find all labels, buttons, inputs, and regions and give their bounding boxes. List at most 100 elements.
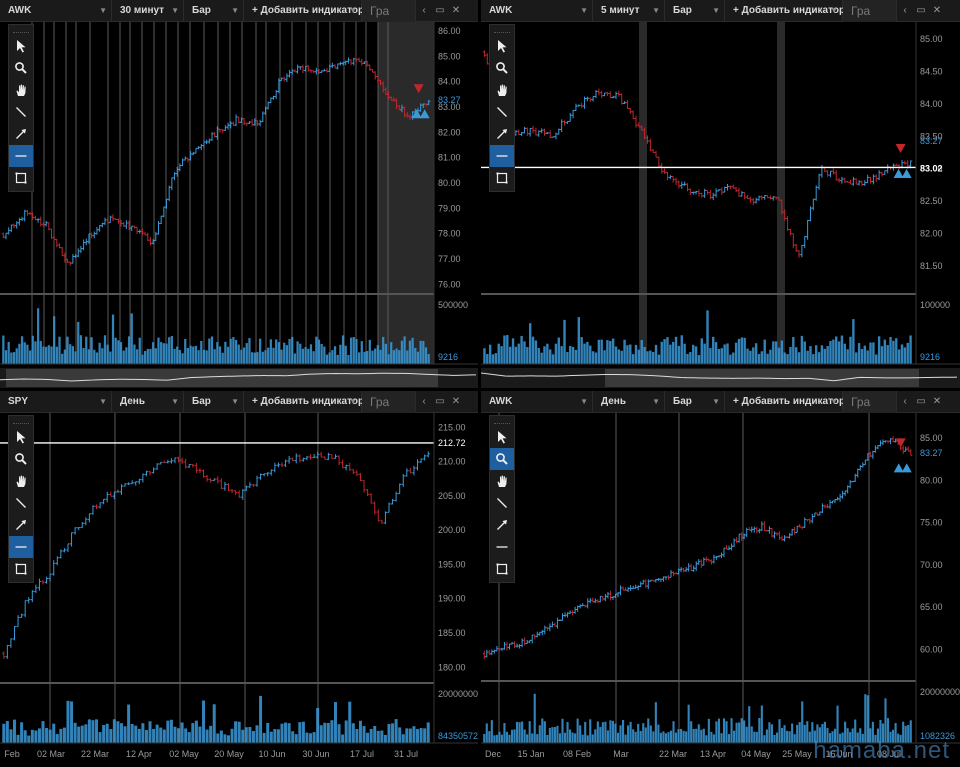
volume-bar xyxy=(347,354,350,364)
x-tick-label: 17 Jul xyxy=(350,749,374,759)
price-bar xyxy=(306,65,310,72)
rectangle-tool[interactable] xyxy=(9,167,33,189)
line-tool[interactable] xyxy=(9,492,33,514)
price-bar xyxy=(542,128,547,136)
chart-canvas[interactable]: 86.0085.0084.0083.0082.0081.0080.0079.00… xyxy=(0,22,478,388)
line-tool[interactable] xyxy=(490,101,514,123)
volume-bar xyxy=(677,729,680,743)
graph-tab[interactable]: Гра xyxy=(362,391,416,413)
collapse-icon[interactable]: ‹ xyxy=(897,0,913,22)
symbol-selector[interactable]: SPY ▼ xyxy=(0,391,112,413)
chart-canvas[interactable]: 215.00 210.00 205.00 200.00 195.00 190.00 185.… xyxy=(0,413,478,767)
rectangle-tool[interactable] xyxy=(9,558,33,580)
chart-canvas[interactable]: 85.00 80.00 75.00 70.00 65.00 60.00 83.27 20000… xyxy=(481,413,960,767)
add-indicator-button[interactable]: + Добавить индикатор ▼ xyxy=(244,391,364,413)
price-bar xyxy=(7,227,11,235)
pointer-icon xyxy=(17,431,26,444)
maximize-icon[interactable]: ▭ xyxy=(432,0,448,22)
price-bar xyxy=(523,637,527,646)
hand-tool[interactable] xyxy=(490,79,514,101)
navigator-window[interactable] xyxy=(6,369,438,387)
graph-tab[interactable]: Гра xyxy=(843,0,897,22)
volume-bar xyxy=(232,337,235,364)
maximize-icon[interactable]: ▭ xyxy=(913,391,929,413)
horizontal-line-tool[interactable] xyxy=(490,145,514,167)
chart-style-selector[interactable]: Бар ▼ xyxy=(665,391,725,413)
price-bar xyxy=(782,535,787,542)
arrow-tool[interactable] xyxy=(490,123,514,145)
volume-bar xyxy=(722,718,726,743)
volume-bar xyxy=(817,352,821,364)
arrow-tool[interactable] xyxy=(9,123,33,145)
pointer-tool[interactable] xyxy=(9,426,33,448)
add-indicator-button[interactable]: + Добавить индикатор ▼ xyxy=(725,391,845,413)
zoom-tool[interactable] xyxy=(9,57,33,79)
close-icon[interactable]: ✕ xyxy=(448,0,464,22)
toolbar-grip[interactable] xyxy=(13,418,29,424)
symbol-selector[interactable]: AWK ▼ xyxy=(481,391,593,413)
chart-style-selector[interactable]: Бар ▼ xyxy=(184,391,244,413)
horizontal-line-tool[interactable] xyxy=(9,145,33,167)
horizontal-line-tool[interactable] xyxy=(9,536,33,558)
close-icon[interactable]: ✕ xyxy=(448,391,464,413)
graph-tab[interactable]: Гра xyxy=(843,391,897,413)
hand-tool[interactable] xyxy=(9,79,33,101)
volume-bar xyxy=(309,733,313,743)
add-indicator-button[interactable]: + Добавить индикатор ▼ xyxy=(725,0,845,22)
zoom-tool[interactable] xyxy=(490,57,514,79)
symbol-selector[interactable]: AWK ▼ xyxy=(481,0,593,22)
chart-style-selector[interactable]: Бар ▼ xyxy=(665,0,725,22)
toolbar-grip[interactable] xyxy=(494,27,510,33)
volume-bar xyxy=(309,344,313,364)
pointer-tool[interactable] xyxy=(9,35,33,57)
hand-tool[interactable] xyxy=(9,470,33,492)
timeframe-selector[interactable]: День ▼ xyxy=(112,391,184,413)
zoom-tool[interactable] xyxy=(490,448,514,470)
volume-bar xyxy=(387,354,390,364)
line-tool[interactable] xyxy=(9,101,33,123)
arrow-tool[interactable] xyxy=(9,514,33,536)
volume-bar xyxy=(18,343,21,364)
y-tick-label: 70.00 xyxy=(920,560,943,570)
graph-tab[interactable]: Гра xyxy=(362,0,416,22)
price-bar xyxy=(717,189,721,192)
collapse-icon[interactable]: ‹ xyxy=(416,0,432,22)
hand-tool[interactable] xyxy=(490,470,514,492)
pointer-tool[interactable] xyxy=(490,426,514,448)
volume-bar xyxy=(760,705,763,743)
volume-bar xyxy=(866,695,869,743)
line-tool[interactable] xyxy=(490,492,514,514)
chart-style-selector[interactable]: Бар ▼ xyxy=(184,0,244,22)
zoom-tool[interactable] xyxy=(9,448,33,470)
price-axis[interactable] xyxy=(434,22,478,364)
toolbar-grip[interactable] xyxy=(13,27,29,33)
volume-bar xyxy=(543,346,546,364)
volume-bar xyxy=(177,728,181,743)
pointer-tool[interactable] xyxy=(490,35,514,57)
timeframe-selector[interactable]: 30 минут ▼ xyxy=(112,0,184,22)
chart-toolbar: SPY ▼ День ▼ Бар ▼ + Добавить индикатор ▼ Гра ‹ ▭ ✕ xyxy=(0,391,478,413)
timeframe-selector[interactable]: День ▼ xyxy=(593,391,665,413)
maximize-icon[interactable]: ▭ xyxy=(432,391,448,413)
horizontal-line-tool[interactable] xyxy=(490,536,514,558)
collapse-icon[interactable]: ‹ xyxy=(897,391,913,413)
toolbar-grip[interactable] xyxy=(494,418,510,424)
rectangle-tool[interactable] xyxy=(490,558,514,580)
volume-bar xyxy=(526,734,529,743)
close-icon[interactable]: ✕ xyxy=(929,0,945,22)
collapse-icon[interactable]: ‹ xyxy=(416,391,432,413)
maximize-icon[interactable]: ▭ xyxy=(913,0,929,22)
price-bar xyxy=(634,115,638,128)
close-icon[interactable]: ✕ xyxy=(929,391,945,413)
arrow-tool[interactable] xyxy=(490,514,514,536)
price-bar xyxy=(551,136,555,138)
price-bar xyxy=(866,174,870,184)
symbol-selector[interactable]: AWK ▼ xyxy=(0,0,112,22)
timeframe-selector[interactable]: 5 минут ▼ xyxy=(593,0,665,22)
volume-bar xyxy=(485,723,488,743)
rectangle-tool[interactable] xyxy=(490,167,514,189)
volume-bar xyxy=(806,721,809,743)
price-bar xyxy=(39,216,43,227)
chart-canvas[interactable]: 85.0084.5084.0083.5083.0082.5082.0081.50… xyxy=(481,22,960,388)
add-indicator-button[interactable]: + Добавить индикатор ▼ xyxy=(244,0,364,22)
